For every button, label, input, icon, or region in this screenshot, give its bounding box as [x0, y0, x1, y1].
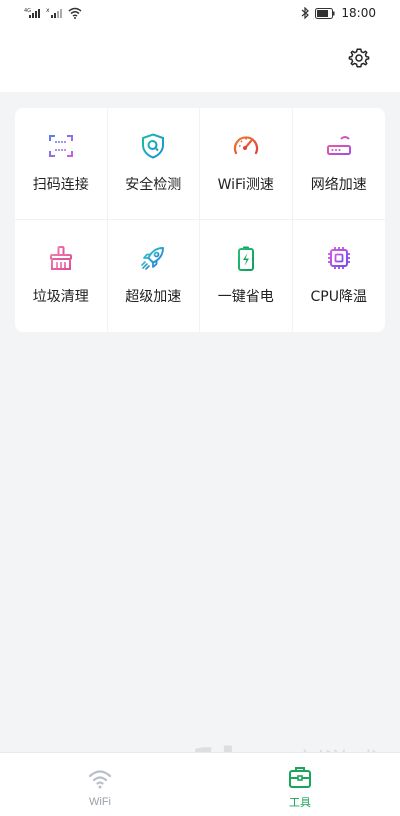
- bluetooth-icon: [302, 7, 310, 19]
- shield-search-icon: [142, 133, 165, 159]
- nav-tab-tools[interactable]: 工具: [200, 753, 400, 816]
- battery-charge-icon: [237, 246, 254, 271]
- tool-label: 安全检测: [125, 177, 182, 193]
- router-icon: [326, 136, 351, 155]
- tool-label: 一键省电: [217, 289, 274, 305]
- tool-wifi-speed-test[interactable]: WiFi测速: [200, 108, 293, 220]
- nav-tab-label: WiFi: [89, 795, 111, 808]
- tool-power-saving[interactable]: 一键省电: [200, 220, 293, 332]
- bottom-nav: WiFi 工具: [0, 752, 400, 816]
- tool-junk-clean[interactable]: 垃圾清理: [15, 220, 108, 332]
- tool-label: 垃圾清理: [32, 289, 89, 305]
- tool-label: 网络加速: [310, 177, 367, 193]
- cpu-icon: [327, 247, 350, 269]
- status-time: 18:00: [341, 6, 376, 20]
- nav-tab-label: 工具: [289, 796, 311, 809]
- tool-network-boost[interactable]: 网络加速: [292, 108, 385, 220]
- tool-super-boost[interactable]: 超级加速: [108, 220, 200, 332]
- gear-icon[interactable]: [348, 47, 370, 69]
- status-bar: 4G x 18:00: [0, 0, 400, 26]
- battery-icon: [315, 7, 335, 19]
- app-screen: 4G x 18:00 扫码连接 安全检测 WiFi测速 网络加速 垃圾清理 超级…: [0, 0, 400, 816]
- tools-grid: 扫码连接 安全检测 WiFi测速 网络加速 垃圾清理 超级加速 一键省电 CPU…: [15, 108, 385, 332]
- tool-label: 超级加速: [125, 289, 182, 305]
- signal-4g-icon: 4G: [24, 8, 40, 18]
- wifi-icon: [68, 7, 82, 19]
- speedometer-icon: [233, 136, 258, 156]
- nav-tab-wifi[interactable]: WiFi: [0, 753, 200, 816]
- tool-label: CPU降温: [310, 289, 367, 305]
- status-bar-left: 4G x: [24, 7, 82, 19]
- wifi-icon: [88, 769, 112, 788]
- scan-icon: [48, 135, 73, 157]
- tool-cpu-cool[interactable]: CPU降温: [293, 220, 386, 332]
- toolbox-icon: [289, 766, 311, 788]
- tool-security-check[interactable]: 安全检测: [107, 108, 200, 220]
- tool-label: 扫码连接: [32, 177, 89, 193]
- broom-icon: [49, 246, 72, 270]
- tool-label: WiFi测速: [217, 177, 274, 193]
- status-bar-right: 18:00: [301, 6, 376, 20]
- signal-icon: x: [46, 7, 62, 18]
- svg-text:x: x: [46, 7, 50, 14]
- tool-scan-connect[interactable]: 扫码连接: [15, 108, 108, 220]
- header: [0, 26, 400, 92]
- svg-text:4G: 4G: [24, 8, 31, 14]
- rocket-icon: [141, 247, 165, 270]
